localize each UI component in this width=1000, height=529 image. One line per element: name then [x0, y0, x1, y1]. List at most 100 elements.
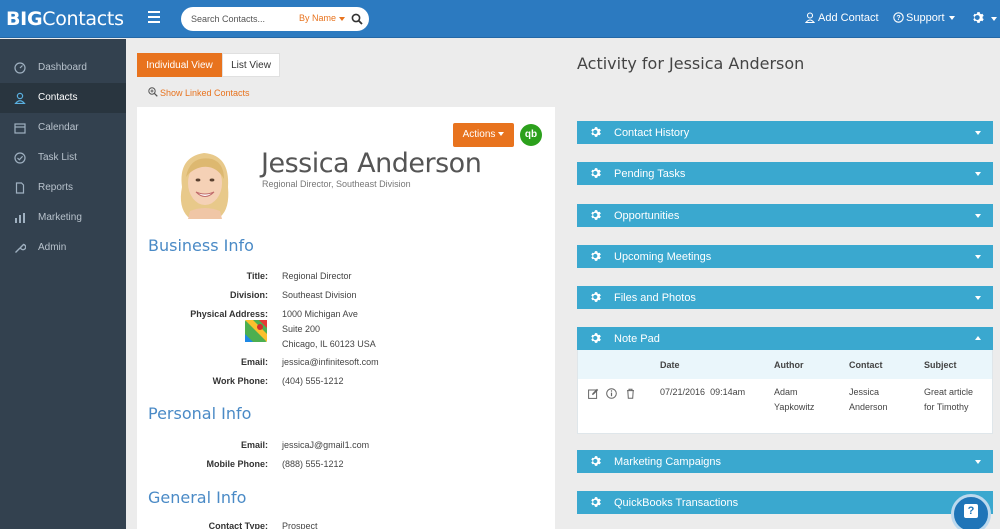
contact-subtitle: Regional Director, Southeast Division	[262, 179, 411, 189]
division-label: Division:	[229, 290, 268, 300]
gear-icon	[591, 210, 601, 220]
title-value: Regional Director	[282, 271, 352, 281]
chevron-down-icon	[975, 460, 981, 464]
settings-menu[interactable]	[972, 11, 997, 25]
avatar	[172, 147, 236, 219]
note-contact: Jessica Anderson	[849, 387, 888, 412]
contact-type-value: Prospect	[282, 521, 318, 529]
question-circle-icon: ?	[893, 12, 904, 23]
chevron-down-icon	[339, 16, 346, 21]
top-bar: BIGContacts By Name Add Contact ?Support	[0, 0, 1000, 38]
note-row-actions	[588, 386, 639, 404]
search-button[interactable]	[347, 9, 367, 29]
note-author: Adam Yapkowitz	[774, 387, 815, 412]
mobile-phone-label: Mobile Phone:	[206, 459, 269, 469]
contact-type-label: Contact Type:	[208, 521, 268, 529]
sidebar-item-calendar[interactable]: Calendar	[0, 113, 126, 143]
menu-toggle-icon[interactable]	[148, 11, 160, 25]
panel-marketing-campaigns[interactable]: Marketing Campaigns	[577, 450, 993, 473]
chevron-down-icon	[975, 172, 981, 176]
list-view-button[interactable]: List View	[222, 53, 280, 77]
sidebar-item-marketing[interactable]: Marketing	[0, 203, 126, 233]
search-mode-dropdown[interactable]: By Name	[299, 13, 346, 23]
gear-icon	[591, 168, 601, 178]
personal-email-label: Email:	[240, 440, 268, 450]
note-pad-table: Date Author Contact Subject 07/21/2016 0…	[577, 350, 993, 434]
chevron-down-icon	[948, 16, 955, 21]
info-icon[interactable]	[606, 388, 618, 399]
personal-info-heading: Personal Info	[148, 404, 252, 423]
chat-help-button[interactable]: ?	[951, 494, 991, 529]
panel-note-pad[interactable]: Note Pad	[577, 327, 993, 350]
email-label: Email:	[240, 357, 268, 367]
contact-name: Jessica Anderson	[261, 148, 482, 179]
quickbooks-icon[interactable]: qb	[520, 124, 542, 146]
chat-icon: ?	[964, 504, 978, 518]
chevron-down-icon	[975, 131, 981, 135]
chevron-down-icon	[975, 255, 981, 259]
panel-opportunities[interactable]: Opportunities	[577, 204, 993, 227]
mobile-phone-value[interactable]: (888) 555-1212	[282, 459, 344, 469]
gear-icon	[591, 333, 601, 343]
add-contact-button[interactable]: Add Contact	[804, 12, 879, 24]
check-circle-icon	[14, 152, 26, 164]
search-box: By Name	[181, 7, 369, 31]
svg-text:?: ?	[896, 15, 900, 22]
file-icon	[15, 182, 25, 194]
table-header: Date Author Contact Subject	[578, 350, 992, 379]
chevron-down-icon	[991, 17, 997, 22]
user-plus-icon	[804, 12, 816, 24]
division-value: Southeast Division	[282, 290, 357, 300]
work-phone-value[interactable]: (404) 555-1212	[282, 376, 344, 386]
app-logo[interactable]: BIGContacts	[6, 8, 124, 30]
google-maps-icon[interactable]	[245, 320, 267, 347]
panel-pending-tasks[interactable]: Pending Tasks	[577, 162, 993, 185]
chevron-up-icon	[975, 336, 981, 340]
individual-view-button[interactable]: Individual View	[137, 53, 222, 77]
show-linked-contacts-link[interactable]: Show Linked Contacts	[148, 87, 250, 98]
personal-email-value[interactable]: jessicaJ@gmail1.com	[282, 440, 369, 450]
work-phone-label: Work Phone:	[212, 376, 268, 386]
gear-icon	[591, 497, 601, 507]
calendar-icon	[14, 123, 26, 134]
address-label: Physical Address:	[190, 309, 268, 319]
chevron-down-icon	[975, 214, 981, 218]
activity-title: Activity for Jessica Anderson	[577, 54, 805, 73]
note-subject[interactable]: Great article for Timothy	[924, 385, 973, 415]
sidebar-item-contacts[interactable]: Contacts	[0, 83, 126, 113]
gear-icon	[591, 292, 601, 302]
support-menu[interactable]: ? Support	[893, 12, 955, 24]
address-line-1: 1000 Michigan Ave	[282, 309, 358, 319]
note-date: 07/21/2016 09:14am	[660, 387, 746, 397]
trash-icon[interactable]	[625, 388, 636, 399]
actions-button[interactable]: Actions	[453, 123, 514, 147]
general-info-heading: General Info	[148, 488, 247, 507]
bar-chart-icon	[15, 213, 25, 223]
search-input[interactable]	[191, 11, 291, 27]
search-icon	[351, 13, 363, 25]
panel-files-and-photos[interactable]: Files and Photos	[577, 286, 993, 309]
sidebar-item-reports[interactable]: Reports	[0, 173, 126, 203]
user-icon	[14, 92, 26, 104]
panel-quickbooks-transactions[interactable]: QuickBooks Transactions	[577, 491, 993, 514]
business-info-heading: Business Info	[148, 236, 254, 255]
address-line-3: Chicago, IL 60123 USA	[282, 339, 376, 349]
panel-contact-history[interactable]: Contact History	[577, 121, 993, 144]
address-line-2: Suite 200	[282, 324, 321, 334]
edit-icon[interactable]	[588, 388, 599, 399]
dashboard-icon	[14, 62, 26, 74]
chevron-down-icon	[498, 132, 505, 137]
sidebar-item-dashboard[interactable]: Dashboard	[0, 53, 126, 83]
sidebar-item-task-list[interactable]: Task List	[0, 143, 126, 173]
wrench-icon	[15, 243, 26, 253]
title-label: Title:	[246, 271, 268, 281]
chevron-down-icon	[975, 296, 981, 300]
gear-icon	[591, 251, 601, 261]
sidebar-item-admin[interactable]: Admin	[0, 233, 126, 263]
panel-upcoming-meetings[interactable]: Upcoming Meetings	[577, 245, 993, 268]
email-value[interactable]: jessica@infinitesoft.com	[282, 357, 379, 367]
gear-icon	[591, 456, 601, 466]
sidebar: Dashboard Contacts Calendar Task List Re…	[0, 39, 126, 529]
gear-icon	[973, 12, 984, 23]
zoom-plus-icon	[148, 87, 158, 97]
